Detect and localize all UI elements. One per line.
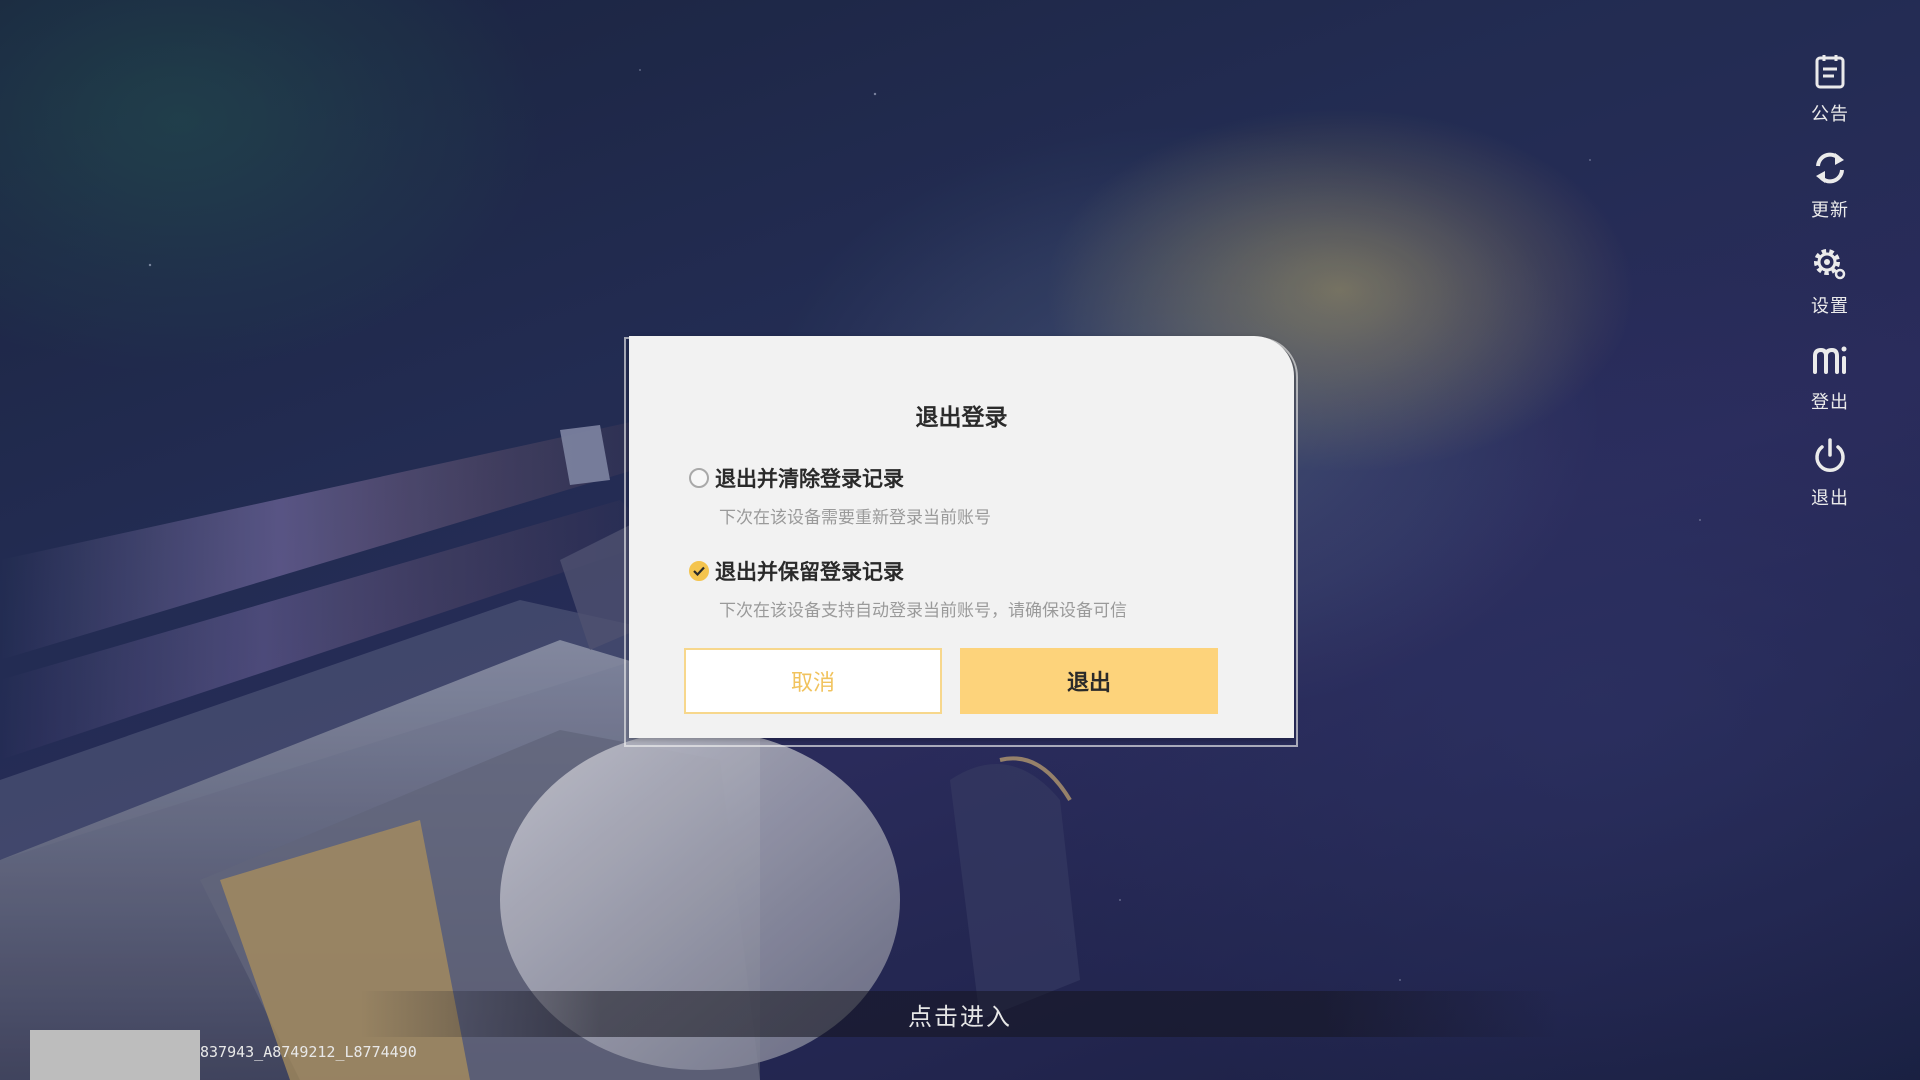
option-clear-login[interactable]: 退出并清除登录记录 下次在该设备需要重新登录当前账号 [689, 463, 991, 528]
radio-unchecked[interactable] [689, 468, 709, 488]
option-keep-login[interactable]: 退出并保留登录记录 下次在该设备支持自动登录当前账号，请确保设备可信 [689, 556, 1127, 621]
confirm-exit-button[interactable]: 退出 [960, 648, 1218, 714]
radio-checked[interactable] [689, 561, 709, 581]
version-string: 837943_A8749212_L8774490 [200, 1043, 417, 1061]
dialog-title: 退出登录 [915, 405, 1008, 431]
logout-dialog: 退出登录 退出并清除登录记录 下次在该设备需要重新登录当前账号 退出并保留登录记… [629, 336, 1294, 738]
game-launch-screen: 公告 更新 设置 登出 退出 退出登录 退出并清除登录记录 下次在该设备需要重新… [0, 0, 1920, 1080]
redacted-block [30, 1030, 200, 1080]
cancel-button[interactable]: 取消 [684, 648, 942, 714]
option-label: 退出并清除登录记录 [715, 467, 904, 491]
option-description: 下次在该设备需要重新登录当前账号 [719, 508, 991, 528]
checkmark-icon [693, 566, 705, 576]
tap-to-enter-label: 点击进入 [908, 1002, 1012, 1031]
option-description: 下次在该设备支持自动登录当前账号，请确保设备可信 [719, 601, 1127, 621]
option-label: 退出并保留登录记录 [715, 560, 904, 584]
tap-to-enter-bar[interactable]: 点击进入 [360, 991, 1560, 1037]
